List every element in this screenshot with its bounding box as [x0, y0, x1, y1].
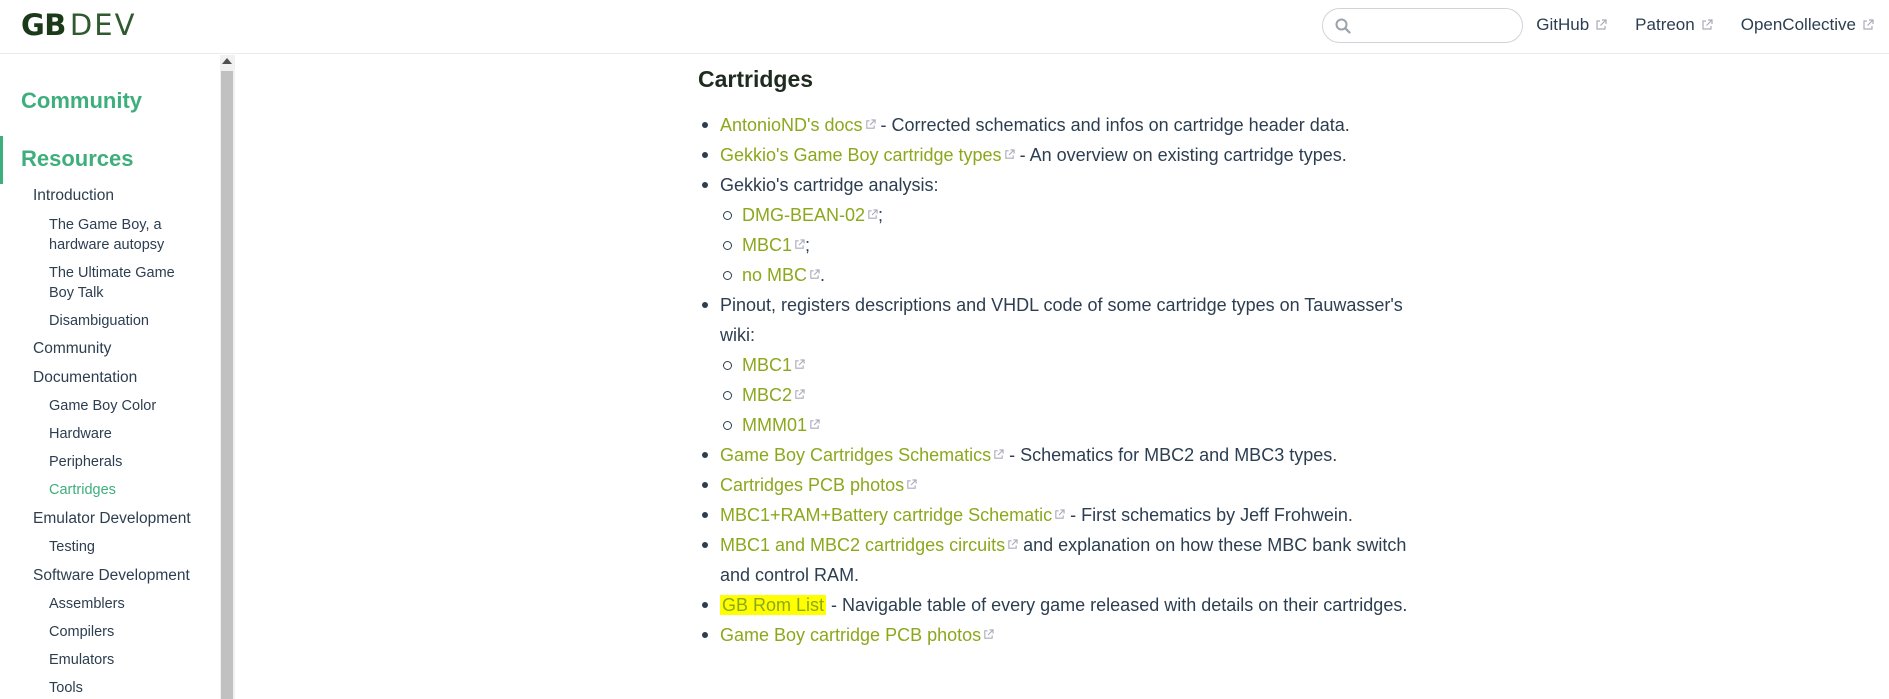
resource-link[interactable]: Game Boy cartridge PCB photos	[720, 625, 981, 645]
sidebar-item-compilers[interactable]: Compilers	[49, 622, 199, 642]
list-item: Game Boy cartridge PCB photos	[698, 620, 1418, 650]
resource-link[interactable]: MBC1	[742, 355, 792, 375]
external-link-icon	[865, 119, 876, 129]
search-input[interactable]	[1322, 8, 1523, 43]
item-description: - First schematics by Jeff Frohwein.	[1065, 505, 1353, 525]
sidebar-item-hardware-autopsy[interactable]: The Game Boy, a hardware autopsy	[49, 215, 199, 255]
list-item: Cartridges PCB photos	[698, 470, 1418, 500]
navbar: GB DEV GitHub Patreon OpenCollective	[0, 0, 1889, 54]
sidebar-item-testing[interactable]: Testing	[49, 537, 199, 557]
logo-sub: DEV	[69, 8, 137, 42]
sub-list-item: MBC1;	[720, 230, 1418, 260]
sidebar-group-community[interactable]: Community	[21, 88, 142, 114]
list-item: AntonioND's docs - Corrected schematics …	[698, 110, 1418, 140]
nav-link-github[interactable]: GitHub	[1536, 15, 1607, 35]
resource-link-highlighted[interactable]: GB Rom List	[720, 595, 827, 615]
resource-link[interactable]: Cartridges PCB photos	[720, 475, 904, 495]
sidebar-item-introduction[interactable]: Introduction	[33, 186, 114, 206]
external-link-icon	[810, 419, 820, 429]
sidebar-item-tools[interactable]: Tools	[49, 678, 199, 698]
list-item: MBC1+RAM+Battery cartridge Schematic - F…	[698, 500, 1418, 530]
item-suffix: ;	[878, 205, 884, 225]
nav-link-opencollective[interactable]: OpenCollective	[1741, 15, 1874, 35]
sidebar-group-resources[interactable]: Resources	[21, 146, 134, 172]
external-link-icon	[795, 359, 805, 369]
sidebar-item-game-boy-color[interactable]: Game Boy Color	[49, 396, 199, 416]
item-description: - An overview on existing cartridge type…	[1014, 145, 1347, 165]
sub-list-item: DMG-BEAN-02;	[720, 200, 1418, 230]
list-item: GB Rom List - Navigable table of every g…	[698, 590, 1418, 620]
sidebar-item-hardware[interactable]: Hardware	[49, 424, 199, 444]
sidebar-item-assemblers[interactable]: Assemblers	[49, 594, 199, 614]
resource-link[interactable]: MBC2	[742, 385, 792, 405]
item-description: - Corrected schematics and infos on cart…	[875, 115, 1350, 135]
sidebar-item-emulators[interactable]: Emulators	[49, 650, 199, 670]
logo-main: GB	[21, 8, 66, 42]
resource-link[interactable]: DMG-BEAN-02	[742, 205, 865, 225]
sub-list: DMG-BEAN-02; MBC1; no MBC.	[720, 200, 1418, 290]
sidebar-item-documentation[interactable]: Documentation	[33, 368, 137, 388]
external-link-icon	[907, 479, 917, 489]
sub-list-item: no MBC.	[720, 260, 1418, 290]
sub-list: MBC1 MBC2 MMM01	[720, 350, 1418, 440]
list-item: MBC1 and MBC2 cartridges circuits and ex…	[698, 530, 1418, 590]
external-link-icon	[810, 269, 820, 279]
section-heading: Cartridges	[698, 66, 814, 92]
list-item: Gekkio's cartridge analysis: DMG-BEAN-02…	[698, 170, 1418, 290]
external-link-icon	[1008, 539, 1018, 549]
external-link-icon	[1702, 19, 1713, 30]
nav-link-label: OpenCollective	[1740, 15, 1856, 34]
sub-list-item: MBC2	[720, 380, 1418, 410]
item-suffix: ;	[805, 235, 811, 255]
sub-list-item: MBC1	[720, 350, 1418, 380]
main-content: Cartridges AntonioND's docs - Corrected …	[698, 66, 1418, 650]
nav-link-label: Patreon	[1635, 15, 1695, 34]
resource-link[interactable]: MBC1+RAM+Battery cartridge Schematic	[720, 505, 1052, 525]
external-link-icon	[984, 629, 994, 639]
sidebar-item-software-development[interactable]: Software Development	[33, 566, 190, 586]
sidebar-item-cartridges[interactable]: Cartridges	[49, 480, 199, 500]
nav-links: GitHub Patreon OpenCollective	[1536, 15, 1874, 35]
resource-link[interactable]: MMM01	[742, 415, 807, 435]
sidebar-item-peripherals[interactable]: Peripherals	[49, 452, 199, 472]
resource-link[interactable]: MBC1	[742, 235, 792, 255]
search-icon	[1335, 18, 1351, 34]
external-link-icon	[795, 389, 805, 399]
item-description: - Schematics for MBC2 and MBC3 types.	[1004, 445, 1338, 465]
nav-link-patreon[interactable]: Patreon	[1635, 15, 1713, 35]
item-suffix: .	[820, 265, 826, 285]
list-item: Gekkio's Game Boy cartridge types - An o…	[698, 140, 1418, 170]
site-logo[interactable]: GB DEV	[21, 8, 136, 42]
external-link-icon	[1055, 509, 1065, 519]
external-link-icon	[1596, 19, 1607, 30]
external-link-icon	[868, 209, 878, 219]
sidebar-item-ultimate-talk[interactable]: The Ultimate Game Boy Talk	[49, 263, 199, 303]
list-item: Pinout, registers descriptions and VHDL …	[698, 290, 1418, 440]
sub-list-item: MMM01	[720, 410, 1418, 440]
resource-list: AntonioND's docs - Corrected schematics …	[698, 110, 1418, 650]
external-link-icon	[1863, 19, 1874, 30]
external-link-icon	[994, 449, 1004, 459]
resource-link[interactable]: Gekkio's Game Boy cartridge types	[720, 145, 1002, 165]
resource-link[interactable]: AntonioND's docs	[720, 115, 863, 135]
external-link-icon	[1004, 149, 1015, 159]
item-description: Gekkio's cartridge analysis:	[720, 175, 939, 195]
external-link-icon	[795, 239, 805, 249]
sidebar-scrollbar-thumb[interactable]	[221, 71, 233, 699]
resource-link[interactable]: Game Boy Cartridges Schematics	[720, 445, 991, 465]
resource-link[interactable]: no MBC	[742, 265, 807, 285]
sidebar-item-community[interactable]: Community	[33, 339, 111, 359]
resource-link[interactable]: MBC1 and MBC2 cartridges circuits	[720, 535, 1005, 555]
list-item: Game Boy Cartridges Schematics - Schemat…	[698, 440, 1418, 470]
sidebar-item-disambiguation[interactable]: Disambiguation	[49, 311, 199, 331]
nav-link-label: GitHub	[1536, 15, 1590, 34]
item-description: Pinout, registers descriptions and VHDL …	[720, 295, 1403, 345]
item-description: - Navigable table of every game released…	[826, 595, 1408, 615]
sidebar: Community Resources Introduction The Gam…	[0, 55, 235, 699]
sidebar-item-emulator-development[interactable]: Emulator Development	[33, 509, 191, 529]
sidebar-active-indicator	[0, 136, 3, 184]
scroll-up-arrow-icon[interactable]	[222, 58, 232, 64]
